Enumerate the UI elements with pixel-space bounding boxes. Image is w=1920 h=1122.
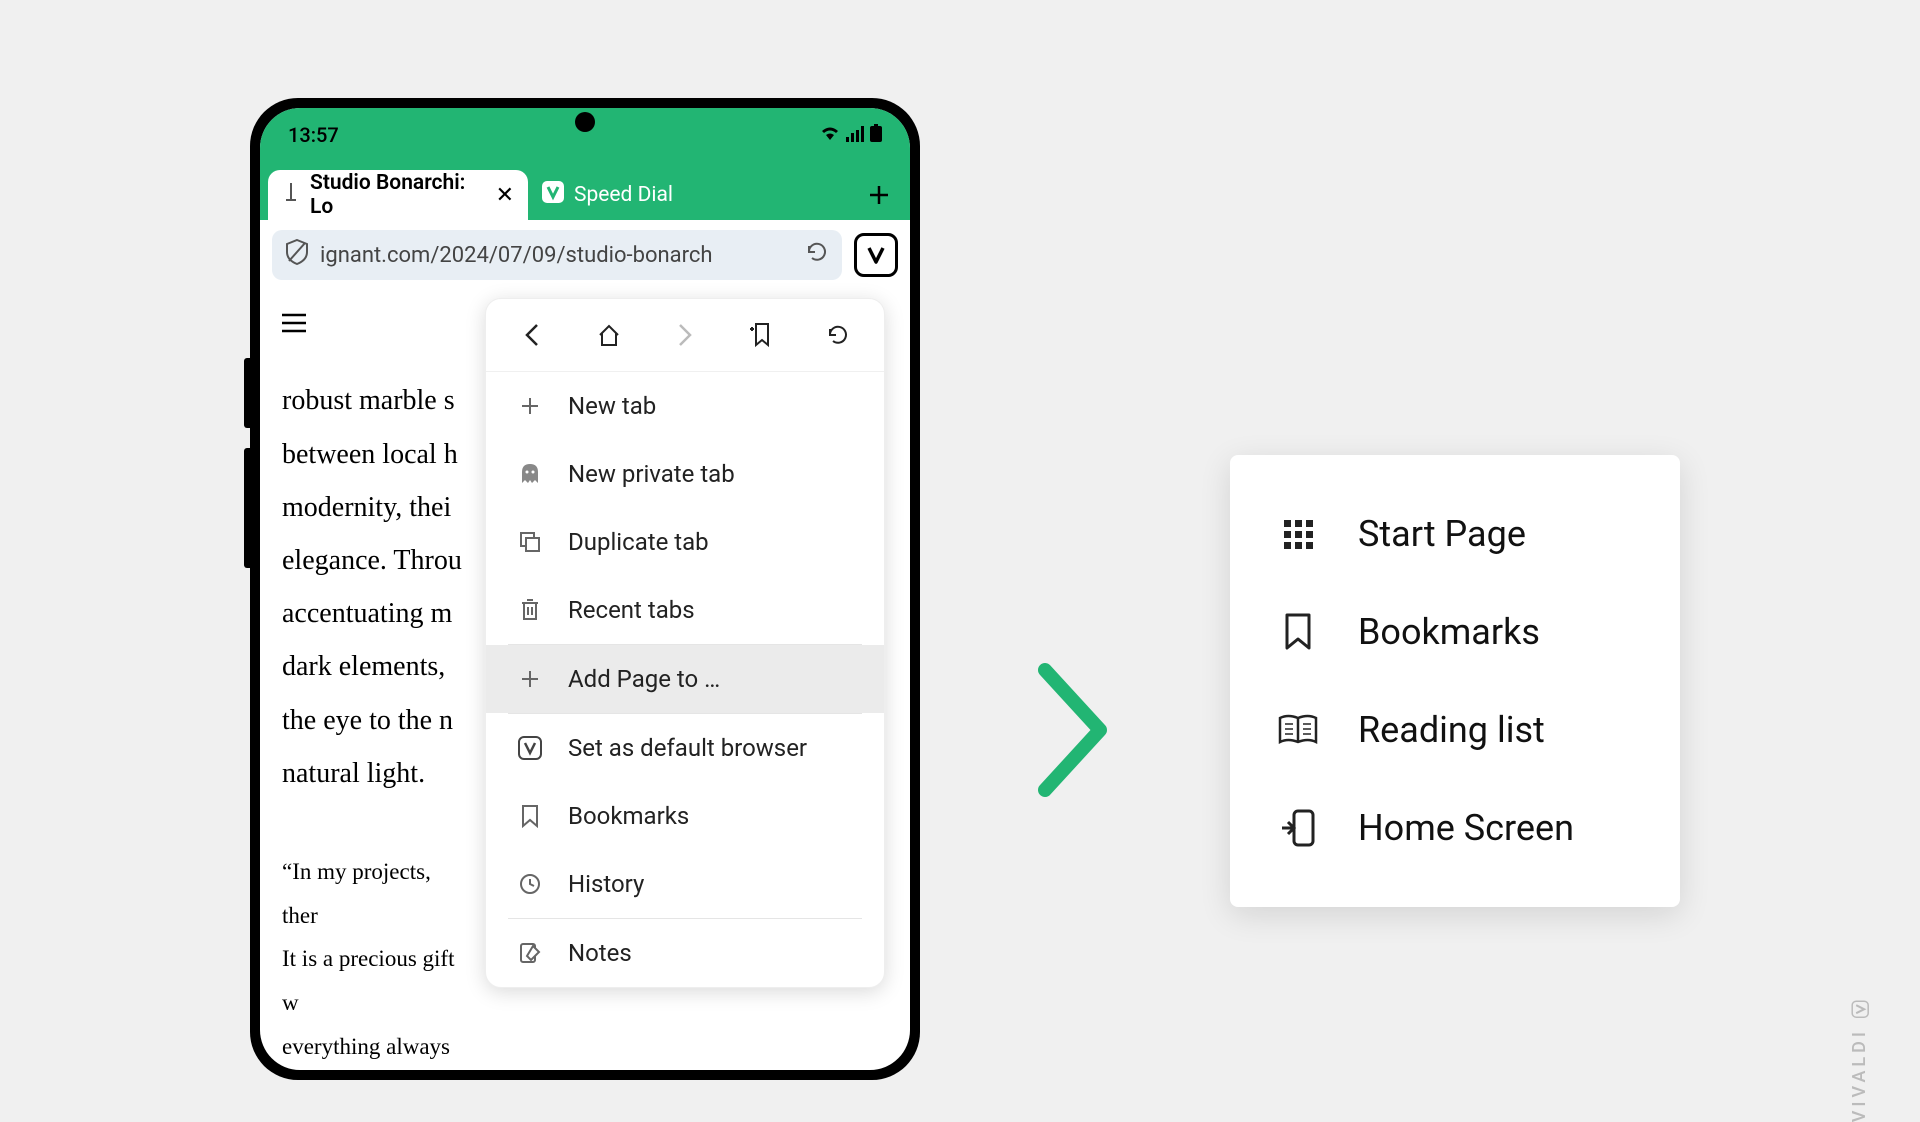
menu-new-private-tab[interactable]: New private tab (486, 440, 884, 508)
menu-notes-label: Notes (568, 939, 632, 967)
forward-icon (669, 319, 701, 351)
submenu-bookmarks-label: Bookmarks (1358, 611, 1540, 653)
menu-history-label: History (568, 870, 644, 898)
grid-icon (1278, 514, 1318, 554)
menu-recent-tabs-label: Recent tabs (568, 596, 695, 624)
status-time: 13:57 (288, 123, 339, 147)
submenu-reading-list-label: Reading list (1358, 709, 1545, 751)
menu-add-page-to[interactable]: Add Page to … (486, 645, 884, 713)
submenu-bookmarks[interactable]: Bookmarks (1230, 583, 1680, 681)
menu-add-page-to-label: Add Page to … (568, 665, 720, 693)
menu-new-tab[interactable]: New tab (486, 372, 884, 440)
trash-icon (516, 596, 544, 624)
submenu-start-page-label: Start Page (1358, 513, 1526, 555)
tab-active[interactable]: Studio Bonarchi: Lo ✕ (268, 170, 528, 220)
tab-active-title: Studio Bonarchi: Lo (310, 171, 486, 219)
copy-icon (516, 528, 544, 556)
back-icon[interactable] (516, 319, 548, 351)
bookmark-icon (516, 802, 544, 830)
tab-bar: Studio Bonarchi: Lo ✕ Speed Dial (260, 162, 910, 220)
home-screen-icon (1278, 808, 1318, 848)
menu-bookmarks[interactable]: Bookmarks (486, 782, 884, 850)
phone-button-vol (244, 358, 250, 428)
menu-nav-row (486, 299, 884, 372)
address-bar[interactable]: ignant.com/2024/07/09/studio-bonarch (272, 230, 842, 280)
plus-icon (516, 392, 544, 420)
vivaldi-watermark: VIVALDI (1849, 1000, 1870, 1122)
new-tab-button[interactable] (856, 172, 902, 218)
address-row: ignant.com/2024/07/09/studio-bonarch (260, 220, 910, 290)
browser-menu: New tab New private tab Duplicate tab Re… (485, 298, 885, 988)
article-text-2: “In my projects, therIt is a precious gi… (282, 850, 472, 1070)
bookmark-outline-icon (1278, 612, 1318, 652)
watermark-text: VIVALDI (1849, 1028, 1870, 1122)
menu-new-private-tab-label: New private tab (568, 460, 735, 488)
phone-camera-dot (575, 112, 595, 132)
menu-duplicate-tab-label: Duplicate tab (568, 528, 709, 556)
bookmark-add-icon[interactable] (746, 319, 778, 351)
signal-icon (846, 123, 864, 147)
vivaldi-favicon-icon (542, 181, 564, 209)
clock-icon (516, 870, 544, 898)
edit-icon (516, 939, 544, 967)
reload-icon[interactable] (806, 241, 828, 269)
menu-bookmarks-label: Bookmarks (568, 802, 689, 830)
home-icon[interactable] (593, 319, 625, 351)
ghost-icon (516, 460, 544, 488)
menu-recent-tabs[interactable]: Recent tabs (486, 576, 884, 644)
arrow-icon (1030, 650, 1120, 814)
menu-set-default-label: Set as default browser (568, 734, 807, 762)
phone-button-vol2 (244, 448, 250, 568)
status-icons (820, 123, 882, 147)
add-page-submenu: Start Page Bookmarks Reading list Home S… (1230, 455, 1680, 907)
menu-set-default[interactable]: Set as default browser (486, 714, 884, 782)
menu-notes[interactable]: Notes (486, 919, 884, 987)
menu-new-tab-label: New tab (568, 392, 656, 420)
reload-menu-icon[interactable] (822, 319, 854, 351)
battery-icon (870, 123, 882, 147)
wifi-icon (820, 123, 840, 147)
article-text-1: robust marble sbetween local hmodernity,… (282, 374, 472, 800)
plus-icon-2 (516, 665, 544, 693)
address-url: ignant.com/2024/07/09/studio-bonarch (320, 243, 794, 268)
submenu-home-screen[interactable]: Home Screen (1230, 779, 1680, 877)
submenu-reading-list[interactable]: Reading list (1230, 681, 1680, 779)
menu-duplicate-tab[interactable]: Duplicate tab (486, 508, 884, 576)
submenu-home-screen-label: Home Screen (1358, 807, 1574, 849)
tab-favicon-icon (282, 183, 300, 207)
shield-icon[interactable] (286, 239, 308, 271)
vivaldi-icon (516, 734, 544, 762)
menu-history[interactable]: History (486, 850, 884, 918)
submenu-start-page[interactable]: Start Page (1230, 485, 1680, 583)
book-icon (1278, 710, 1318, 750)
tab-inactive[interactable]: Speed Dial (528, 170, 758, 220)
close-icon[interactable]: ✕ (496, 183, 514, 208)
tab-inactive-title: Speed Dial (574, 183, 673, 207)
vivaldi-menu-button[interactable] (854, 233, 898, 277)
